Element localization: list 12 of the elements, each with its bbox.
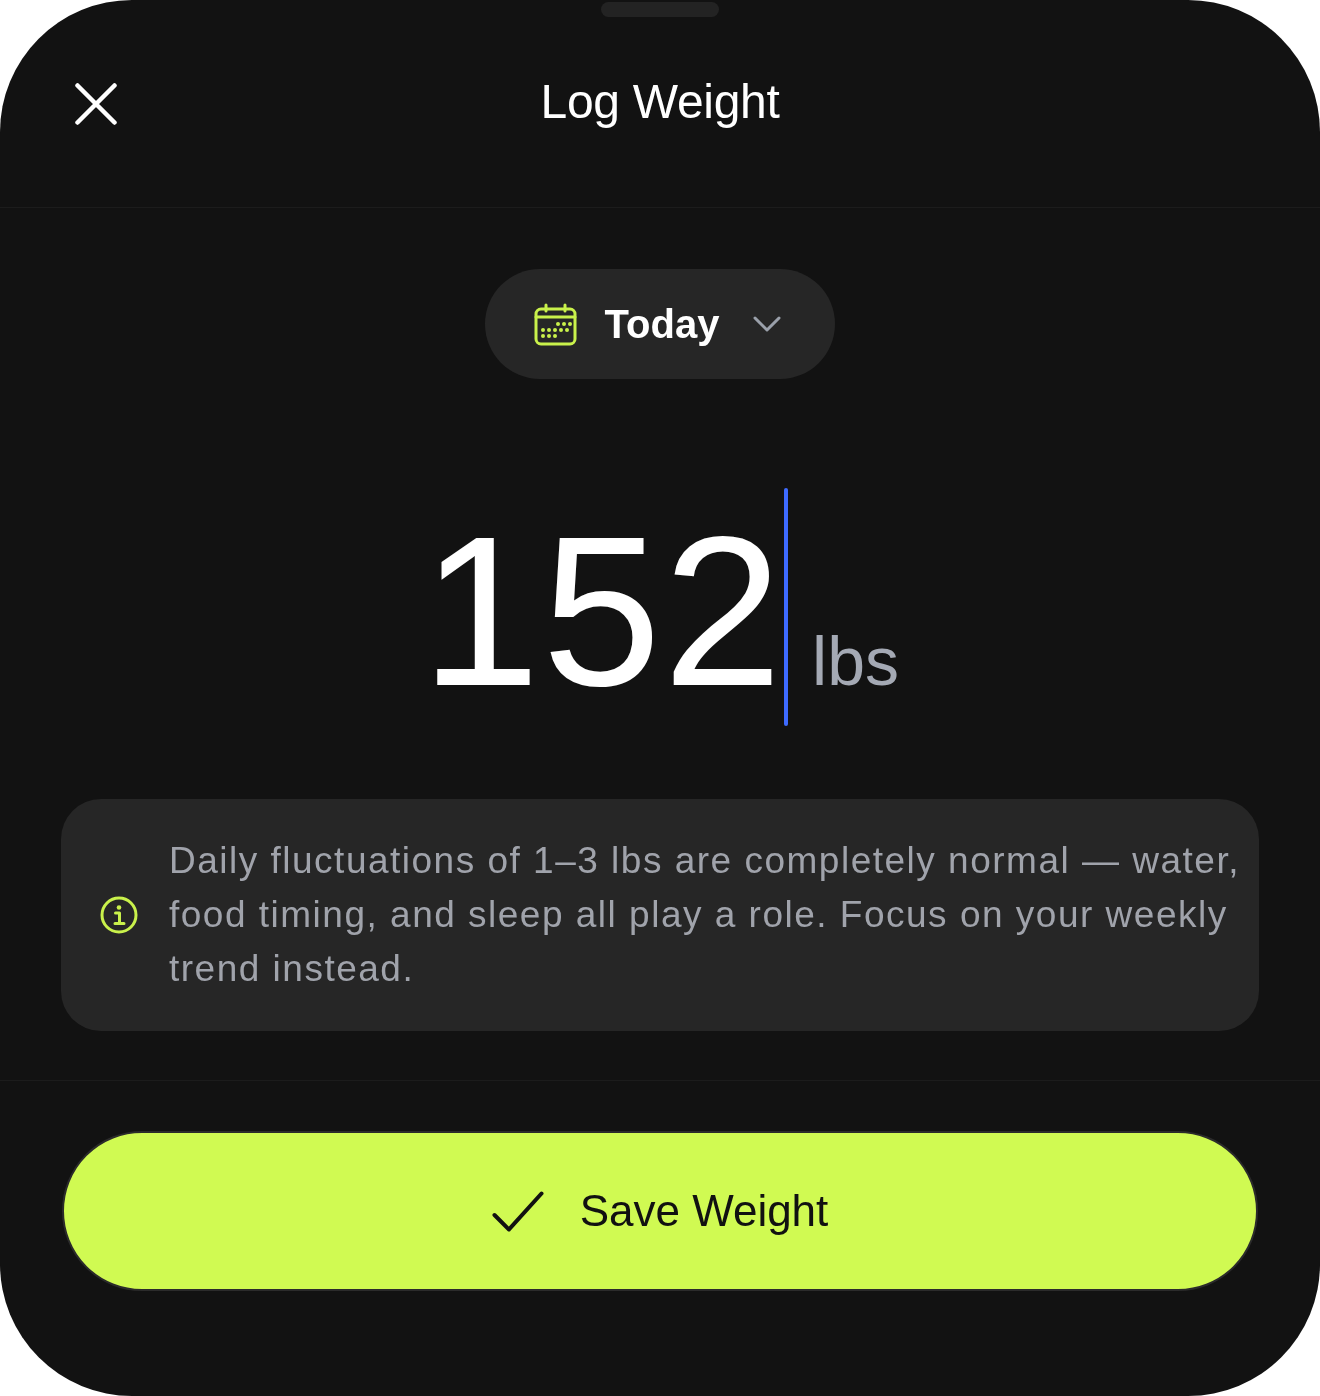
close-button[interactable] — [75, 82, 117, 125]
info-icon — [100, 896, 138, 934]
save-weight-button[interactable]: Save Weight — [62, 1131, 1258, 1291]
check-icon — [491, 1190, 544, 1232]
weight-input[interactable]: 152 — [421, 504, 785, 718]
info-text: Daily fluctuations of 1–3 lbs are completely normal — water, food timing, and sleep all play a role. Focus on your weekly trend instead. — [169, 839, 1241, 991]
unit-label: lbs — [812, 627, 899, 695]
close-icon — [75, 82, 117, 125]
chevron-down-icon — [753, 316, 782, 332]
date-dropdown[interactable]: Today — [484, 269, 836, 379]
calendar-icon — [533, 302, 577, 346]
sheet-title: Log Weight — [540, 73, 780, 130]
